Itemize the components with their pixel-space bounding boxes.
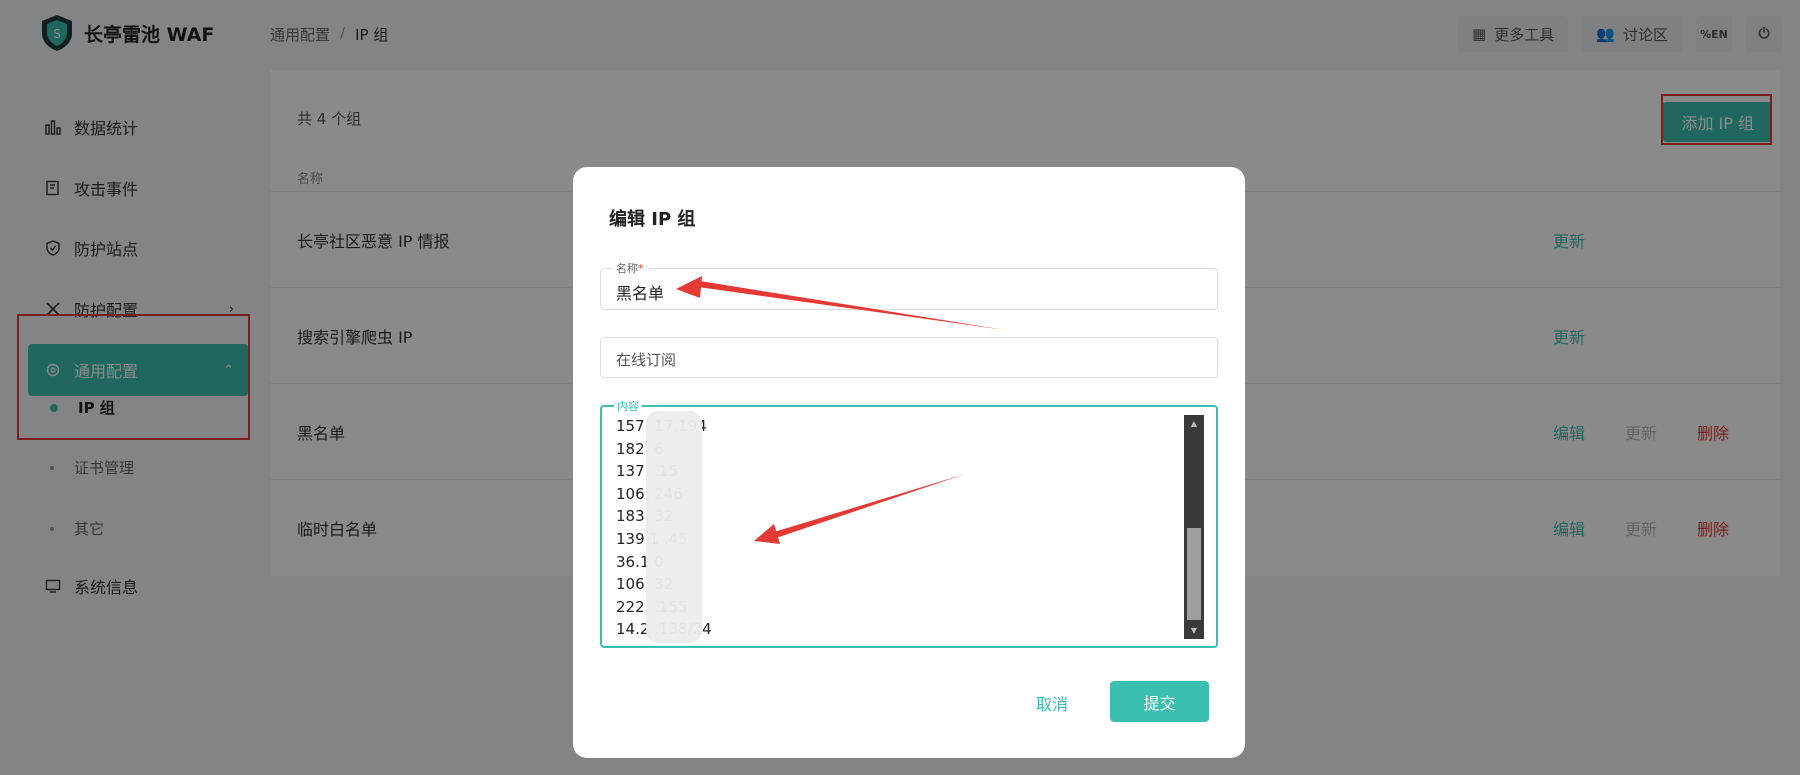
required-marker: * xyxy=(638,262,644,275)
subscribe-placeholder: 在线订阅 xyxy=(616,351,677,369)
cancel-button[interactable]: 取消 xyxy=(1036,691,1068,715)
name-field-label: 名称* xyxy=(613,260,647,276)
content-field-label: 内容 xyxy=(614,398,642,414)
edit-ip-group-dialog: 编辑 IP 组 名称* 黑名单 在线订阅 内容 157. 17.194 182.… xyxy=(573,167,1245,758)
name-label-text: 名称 xyxy=(616,262,638,275)
scrollbar-thumb[interactable] xyxy=(1187,528,1201,620)
scroll-down-icon[interactable]: ▼ xyxy=(1184,626,1204,635)
redaction-mosaic xyxy=(646,411,702,643)
scroll-up-icon[interactable]: ▲ xyxy=(1184,419,1204,428)
subscribe-url-field[interactable]: 在线订阅 xyxy=(600,337,1218,378)
textarea-scrollbar[interactable]: ▲ ▼ xyxy=(1184,415,1204,639)
content-textarea[interactable]: 内容 157. 17.194 182. 6 137. .15 106. 246 … xyxy=(600,398,1218,648)
name-field[interactable]: 名称* 黑名单 xyxy=(600,260,1218,310)
dialog-title: 编辑 IP 组 xyxy=(609,209,696,230)
submit-button[interactable]: 提交 xyxy=(1110,681,1209,722)
name-field-value: 黑名单 xyxy=(616,284,665,303)
